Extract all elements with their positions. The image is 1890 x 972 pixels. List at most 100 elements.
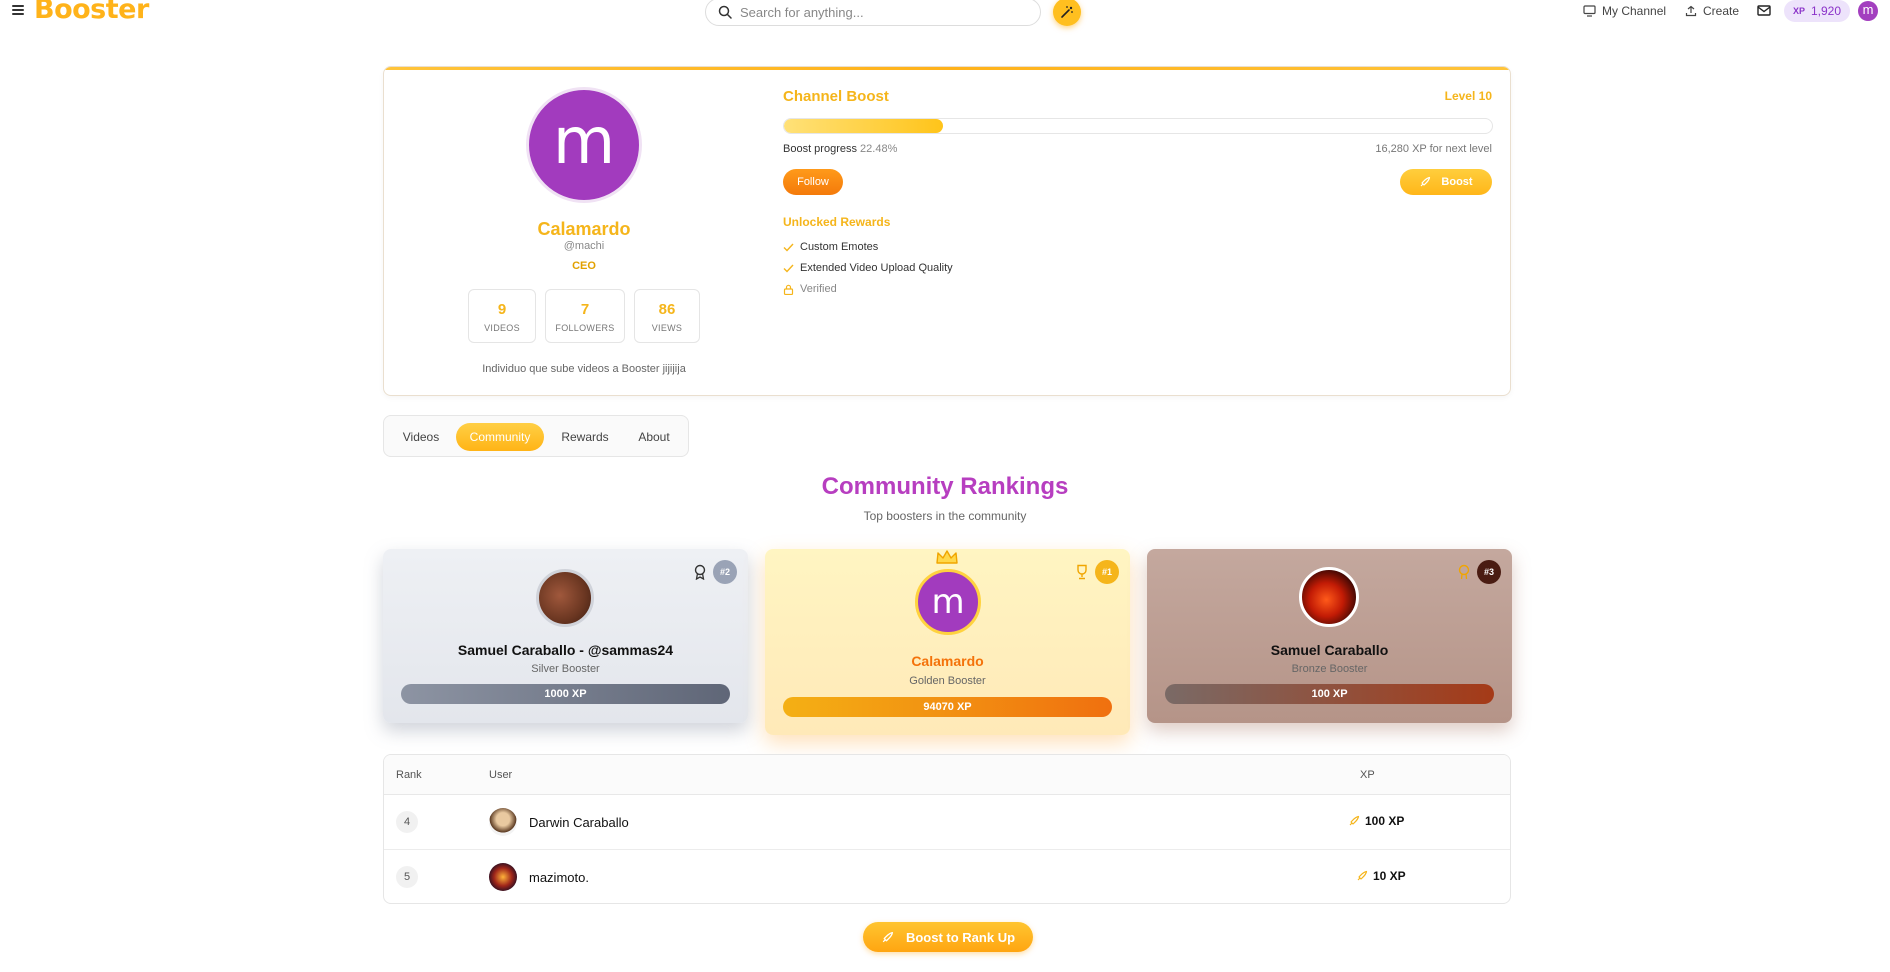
reward-label: Verified xyxy=(800,283,837,295)
mail-icon[interactable] xyxy=(1757,5,1771,17)
rank-up-label: Boost to Rank Up xyxy=(905,929,1016,945)
podium-xp-bar: 1000 XP xyxy=(401,684,730,704)
top-navbar: Booster My Channel Create XP 1,920 m xyxy=(0,0,1890,26)
profile-name: Calamardo xyxy=(537,219,631,239)
rankings-table: Rank User XP 4 Darwin Caraballo 100 XP 5… xyxy=(383,754,1511,904)
podium-user-name: Samuel Caraballo - @sammas24 xyxy=(457,642,674,658)
podium-card-bronze[interactable]: #3 Samuel Caraballo Bronze Booster 100 X… xyxy=(1147,549,1512,723)
column-header-user: User xyxy=(489,769,513,781)
create-label: Create xyxy=(1703,4,1740,18)
reward-item: Custom Emotes xyxy=(783,241,878,253)
boost-progress-text: Boost progress 22.48% xyxy=(783,143,897,155)
podium-tier: Silver Booster xyxy=(531,663,600,675)
tab-videos[interactable]: Videos xyxy=(392,423,450,451)
podium-user-name: Samuel Caraballo xyxy=(1270,642,1389,658)
podium-tier: Bronze Booster xyxy=(1291,663,1368,675)
profile-role: CEO xyxy=(572,260,596,272)
award-ribbon-icon xyxy=(694,564,706,580)
row-xp: 100 XP xyxy=(1348,814,1404,828)
rocket-icon xyxy=(882,931,893,942)
stat-views: 86 VIEWS xyxy=(634,289,700,343)
boost-progress-label: Boost progress xyxy=(783,143,857,155)
reward-item: Extended Video Upload Quality xyxy=(783,262,953,274)
xp-label: XP xyxy=(1792,6,1805,16)
table-header xyxy=(384,755,1510,795)
column-header-xp: XP xyxy=(1360,769,1375,781)
profile-handle: @machi xyxy=(563,240,605,252)
community-rankings-title: Community Rankings xyxy=(821,473,1069,500)
table-row[interactable]: 5 mazimoto. 10 XP xyxy=(384,850,1510,903)
my-channel-link[interactable]: My Channel xyxy=(1583,4,1666,18)
table-row[interactable]: 4 Darwin Caraballo 100 XP xyxy=(384,795,1510,850)
stat-followers: 7 FOLLOWERS xyxy=(545,289,625,343)
stat-value: 86 xyxy=(658,301,676,318)
tab-community[interactable]: Community xyxy=(456,423,544,451)
tab-about[interactable]: About xyxy=(626,423,682,451)
reward-label: Extended Video Upload Quality xyxy=(800,262,953,274)
row-rank: 5 xyxy=(396,866,418,888)
podium-card-gold[interactable]: #1 m Calamardo Golden Booster 94070 XP xyxy=(765,549,1130,735)
column-header-rank: Rank xyxy=(396,769,422,781)
podium-card-silver[interactable]: #2 Samuel Caraballo - @sammas24 Silver B… xyxy=(383,549,748,723)
tab-rewards[interactable]: Rewards xyxy=(550,423,620,451)
upload-icon xyxy=(1685,5,1697,17)
row-rank: 4 xyxy=(396,811,418,833)
row-xp-value: 10 XP xyxy=(1373,869,1406,883)
boost-button-label: Boost xyxy=(1441,176,1473,188)
podium-user-name: Calamardo xyxy=(911,653,984,669)
boost-progress-value: 22.48% xyxy=(860,143,898,155)
sparkle-button[interactable] xyxy=(1053,0,1081,26)
xp-value: 1,920 xyxy=(1810,4,1842,18)
channel-tabs: Videos Community Rewards About xyxy=(383,415,689,457)
stat-label: FOLLOWERS xyxy=(555,323,615,333)
rank-badge: #3 xyxy=(1477,560,1501,584)
boost-to-rank-up-button[interactable]: Boost to Rank Up xyxy=(863,922,1033,952)
profile-card: m Calamardo @machi CEO 9 VIDEOS 7 FOLLOW… xyxy=(383,66,1511,396)
menu-icon[interactable] xyxy=(12,5,24,15)
profile-bio: Individuo que sube videos a Booster jiji… xyxy=(482,363,686,375)
xp-balance[interactable]: XP 1,920 xyxy=(1784,0,1850,22)
rocket-icon xyxy=(1357,870,1368,881)
profile-avatar: m xyxy=(526,87,642,203)
booster-logo[interactable]: Booster xyxy=(34,0,149,25)
podium-xp-bar: 94070 XP xyxy=(783,697,1112,717)
stat-videos: 9 VIDEOS xyxy=(468,289,536,343)
stat-value: 7 xyxy=(580,301,590,318)
podium-tier: Golden Booster xyxy=(909,675,986,687)
rocket-icon xyxy=(1420,176,1431,187)
gold-user-avatar: m xyxy=(915,569,981,635)
row-xp-value: 100 XP xyxy=(1365,814,1405,828)
medal-icon xyxy=(1458,564,1470,580)
channel-boost-title: Channel Boost xyxy=(783,88,889,105)
search-icon xyxy=(718,5,732,19)
follow-button[interactable]: Follow xyxy=(783,169,843,195)
rank-badge: #2 xyxy=(713,560,737,584)
user-avatar xyxy=(489,863,517,891)
reward-item-locked: Verified xyxy=(783,283,837,295)
reward-label: Custom Emotes xyxy=(800,241,879,253)
card-accent-line xyxy=(384,67,1510,70)
row-xp: 10 XP xyxy=(1356,869,1406,883)
create-link[interactable]: Create xyxy=(1685,4,1739,18)
boost-button[interactable]: Boost xyxy=(1400,169,1492,195)
stat-label: VIEWS xyxy=(651,323,683,333)
row-user-name: Darwin Caraballo xyxy=(529,815,629,830)
search-input[interactable] xyxy=(740,3,1030,21)
unlocked-rewards-title: Unlocked Rewards xyxy=(783,215,891,229)
check-icon xyxy=(783,264,794,273)
rocket-icon xyxy=(1349,815,1360,826)
next-level-text: 16,280 XP for next level xyxy=(1375,143,1492,155)
sparkle-icon xyxy=(1061,6,1073,18)
monitor-icon xyxy=(1583,5,1596,17)
community-rankings-subtitle: Top boosters in the community xyxy=(863,509,1027,523)
search-bar[interactable] xyxy=(705,0,1041,26)
trophy-icon xyxy=(1077,564,1087,580)
my-channel-label: My Channel xyxy=(1602,4,1667,18)
silver-user-avatar xyxy=(536,569,594,627)
user-avatar[interactable]: m xyxy=(1858,1,1878,21)
podium-xp-bar: 100 XP xyxy=(1165,684,1494,704)
level-label: Level 10 xyxy=(1444,89,1492,103)
stat-value: 9 xyxy=(497,301,507,318)
check-icon xyxy=(783,243,794,252)
stat-label: VIDEOS xyxy=(484,323,520,333)
